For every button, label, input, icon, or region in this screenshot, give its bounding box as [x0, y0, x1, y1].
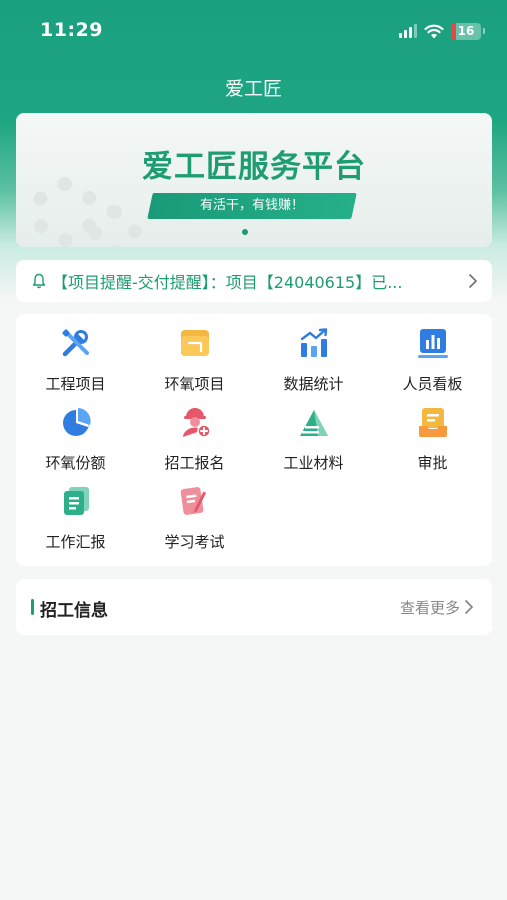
- menu-label: 工作汇报: [45, 533, 106, 551]
- bell-icon: [32, 273, 46, 289]
- menu-item-study-exam[interactable]: 学习考试: [135, 475, 254, 551]
- menu-label: 学习考试: [164, 533, 225, 551]
- menu-label: 工业材料: [283, 454, 344, 472]
- menu-item-staff-board[interactable]: 人员看板: [373, 317, 492, 393]
- page-title: 爱工匠: [224, 78, 282, 100]
- materials-icon: [300, 410, 328, 436]
- menu-grid: 工程项目 环氧项目 数据统计 人员看板 环氧份额 招工报名 工业材料 审批 工作…: [16, 314, 492, 566]
- recruit-section: 招工信息 查看更多: [16, 579, 492, 635]
- exam-icon: [180, 487, 206, 515]
- view-more-link[interactable]: 查看更多: [400, 597, 460, 618]
- menu-label: 审批: [417, 454, 448, 472]
- section-accent-bar: [31, 599, 34, 615]
- banner-slogan: 有活干，有钱赚！: [199, 198, 304, 213]
- report-icon: [64, 487, 89, 515]
- worker-helmet-icon: [183, 408, 211, 438]
- notice-text: 【项目提醒-交付提醒】：项目【24040615】已...: [52, 273, 403, 292]
- status-time: 11:29: [40, 19, 103, 41]
- menu-item-epoxy-share[interactable]: 环氧份额: [16, 396, 135, 472]
- menu-label: 环氧项目: [164, 375, 225, 393]
- carousel-indicator[interactable]: [242, 229, 248, 235]
- chevron-right-icon: [469, 274, 477, 288]
- menu-item-recruit-signup[interactable]: 招工报名: [135, 396, 254, 472]
- menu-item-approval[interactable]: 审批: [373, 396, 492, 472]
- bar-chart-icon: [300, 328, 328, 357]
- status-bar: 11:29 16: [0, 0, 507, 60]
- menu-item-data-statistics[interactable]: 数据统计: [254, 317, 373, 393]
- menu-label: 工程项目: [45, 375, 106, 393]
- menu-label: 环氧份额: [45, 454, 106, 472]
- menu-label: 数据统计: [283, 375, 344, 393]
- battery-level: 16: [457, 23, 475, 38]
- menu-item-work-report[interactable]: 工作汇报: [16, 475, 135, 551]
- chevron-right-icon[interactable]: [464, 599, 474, 615]
- menu-label: 人员看板: [402, 375, 463, 393]
- approval-icon: [419, 408, 447, 437]
- menu-item-epoxy-projects[interactable]: 环氧项目: [135, 317, 254, 393]
- wifi-icon: [424, 24, 444, 38]
- board-chart-icon: [418, 329, 448, 358]
- gear-decoration: [88, 205, 142, 247]
- menu-label: 招工报名: [164, 454, 225, 472]
- banner-carousel[interactable]: 爱工匠服务平台 有活干，有钱赚！: [16, 113, 492, 247]
- section-title: 招工信息: [40, 601, 108, 621]
- battery-tip: [483, 28, 485, 34]
- folder-icon: [181, 330, 209, 356]
- battery-icon: 16: [451, 22, 481, 40]
- pie-chart-icon: [63, 408, 91, 436]
- menu-item-industrial-materials[interactable]: 工业材料: [254, 396, 373, 472]
- notice-bar[interactable]: 【项目提醒-交付提醒】：项目【24040615】已...: [16, 260, 492, 302]
- menu-item-engineering-projects[interactable]: 工程项目: [16, 317, 135, 393]
- signal-icon: [399, 24, 417, 38]
- tools-icon: [62, 329, 89, 357]
- status-icons: 16: [399, 20, 485, 42]
- banner-title: 爱工匠服务平台: [142, 149, 366, 185]
